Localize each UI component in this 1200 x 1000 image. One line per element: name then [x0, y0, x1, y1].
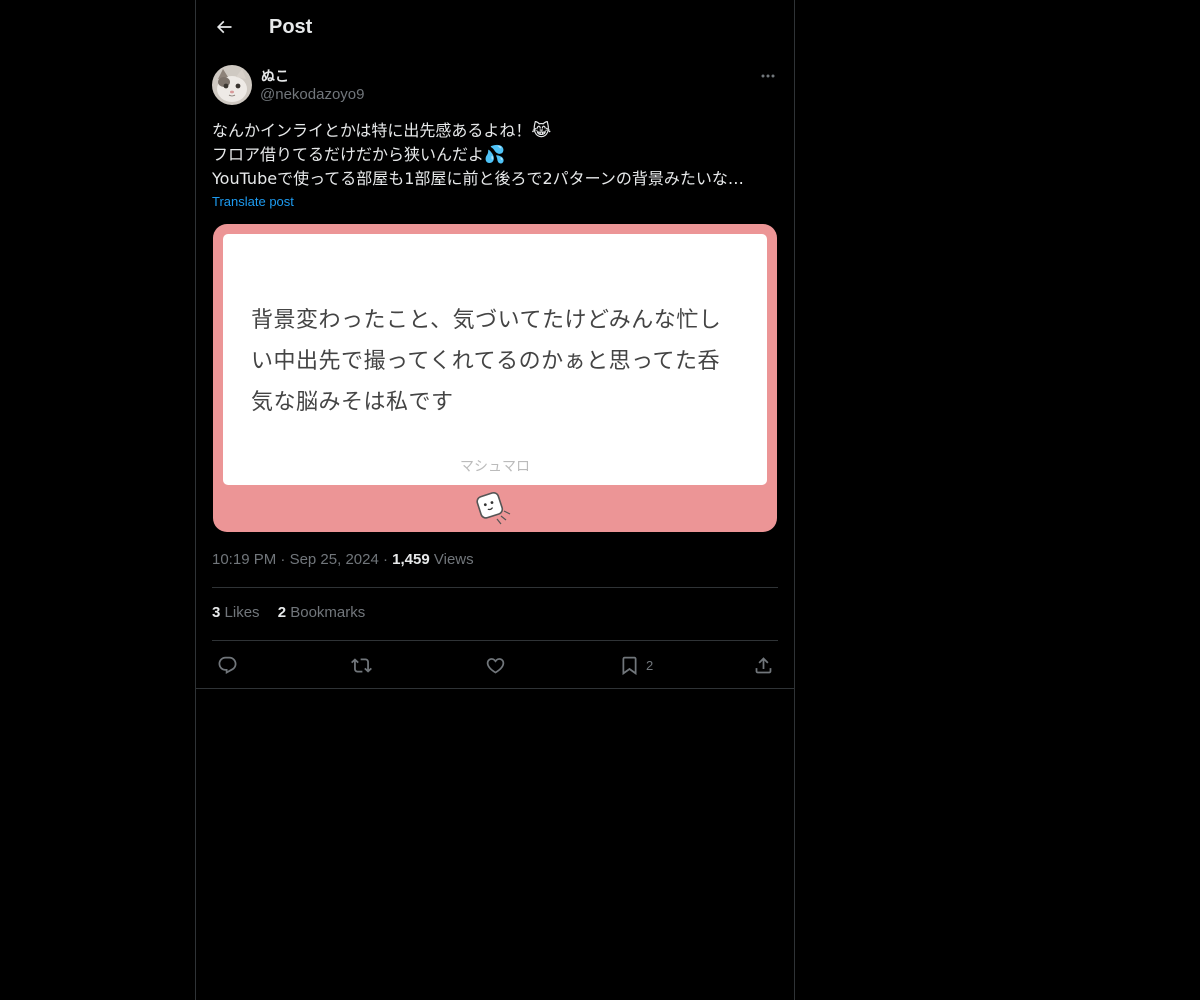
- bookmarks-count: 2: [277, 604, 287, 621]
- bookmark-icon: [622, 656, 637, 675]
- post-time[interactable]: 10:19 PM: [212, 551, 276, 568]
- share-icon: [755, 656, 772, 673]
- meta-separator: ·: [280, 551, 286, 568]
- avatar[interactable]: [212, 65, 252, 105]
- like-button[interactable]: [485, 653, 506, 677]
- views-count: 1,459: [392, 551, 430, 568]
- post-text-line-3: YouTubeで使ってる部屋も1部屋に前と後ろで2パターンの背景みたいな…: [212, 169, 744, 188]
- views-label: Views: [433, 551, 474, 568]
- top-bar: Post: [196, 0, 794, 54]
- arrow-left-icon: [216, 20, 232, 34]
- bookmarks-label: Bookmarks: [290, 604, 366, 621]
- heart-icon: [486, 657, 505, 674]
- bookmark-count: 2: [646, 657, 654, 673]
- reply-button[interactable]: [217, 653, 238, 677]
- engagement-stats: 3 Likes 2 Bookmarks: [212, 604, 379, 621]
- divider: [212, 587, 778, 588]
- page-title: Post: [269, 16, 313, 38]
- back-button[interactable]: [210, 13, 238, 41]
- post-meta: 10:19 PM · Sep 25, 2024 · 1,459 Views: [212, 551, 474, 568]
- author-handle[interactable]: @nekodazoyo9: [260, 86, 364, 103]
- marshmallow-brand-label: マシュマロ: [460, 459, 530, 475]
- more-options-button[interactable]: [758, 66, 778, 86]
- post-text-line-1: なんかインライとかは特に出先感あるよね！: [212, 121, 532, 140]
- divider: [212, 640, 778, 641]
- more-horizontal-icon: [761, 74, 775, 78]
- marshmallow-question-card[interactable]: 背景変わったこと、気づいてたけどみんな忙し い中出先で撮ってくれてるのかぁと思っ…: [213, 224, 777, 532]
- joy-cat-emoji-icon: 😹: [531, 121, 552, 141]
- author-display-name[interactable]: ぬこ: [261, 66, 289, 86]
- repost-icon: [351, 657, 372, 673]
- likes-label: Likes: [224, 604, 260, 621]
- share-button[interactable]: [753, 653, 774, 677]
- reply-icon: [218, 656, 237, 674]
- post-detail-column: Post ぬこ @nekodazoyo9 なんかインライとかは特に出先感あるよね…: [195, 0, 795, 1000]
- question-line-3: 気な脳みそは私です: [251, 390, 454, 415]
- post-text-line: YouTubeで使ってる部屋も1部屋に前と後ろで2パターンの背景みたいな…: [212, 167, 778, 191]
- translate-post-link[interactable]: Translate post: [212, 194, 294, 209]
- bookmarks-stat[interactable]: 2 Bookmarks: [278, 604, 366, 621]
- likes-stat[interactable]: 3 Likes: [212, 604, 260, 621]
- post-text: なんかインライとかは特に出先感あるよね！😹 フロア借りてるだけだから狭いんだよ💦…: [212, 119, 778, 191]
- post-text-line: なんかインライとかは特に出先感あるよね！😹: [212, 119, 778, 143]
- bookmark-button[interactable]: 2: [619, 653, 653, 677]
- meta-separator: ·: [382, 551, 388, 568]
- post-text-line: フロア借りてるだけだから狭いんだよ💦: [212, 143, 778, 167]
- likes-count: 3: [212, 604, 221, 621]
- question-text: 背景変わったこと、気づいてたけどみんな忙し い中出先で撮ってくれてるのかぁと思っ…: [251, 300, 751, 423]
- marshmallow-mascot-icon: [476, 491, 511, 525]
- cat-avatar-image: [212, 65, 252, 105]
- question-line-1: 背景変わったこと、気づいてたけどみんな忙し: [251, 308, 722, 333]
- action-bar: 2: [196, 645, 794, 685]
- post-date[interactable]: Sep 25, 2024: [290, 551, 379, 568]
- question-card-body: 背景変わったこと、気づいてたけどみんな忙し い中出先で撮ってくれてるのかぁと思っ…: [223, 234, 767, 485]
- sweat-droplets-emoji-icon: 💦: [484, 145, 506, 165]
- post-text-line-2: フロア借りてるだけだから狭いんだよ: [212, 145, 485, 164]
- question-line-2: い中出先で撮ってくれてるのかぁと思ってた呑: [251, 349, 720, 374]
- divider: [196, 688, 794, 689]
- repost-button[interactable]: [351, 653, 372, 677]
